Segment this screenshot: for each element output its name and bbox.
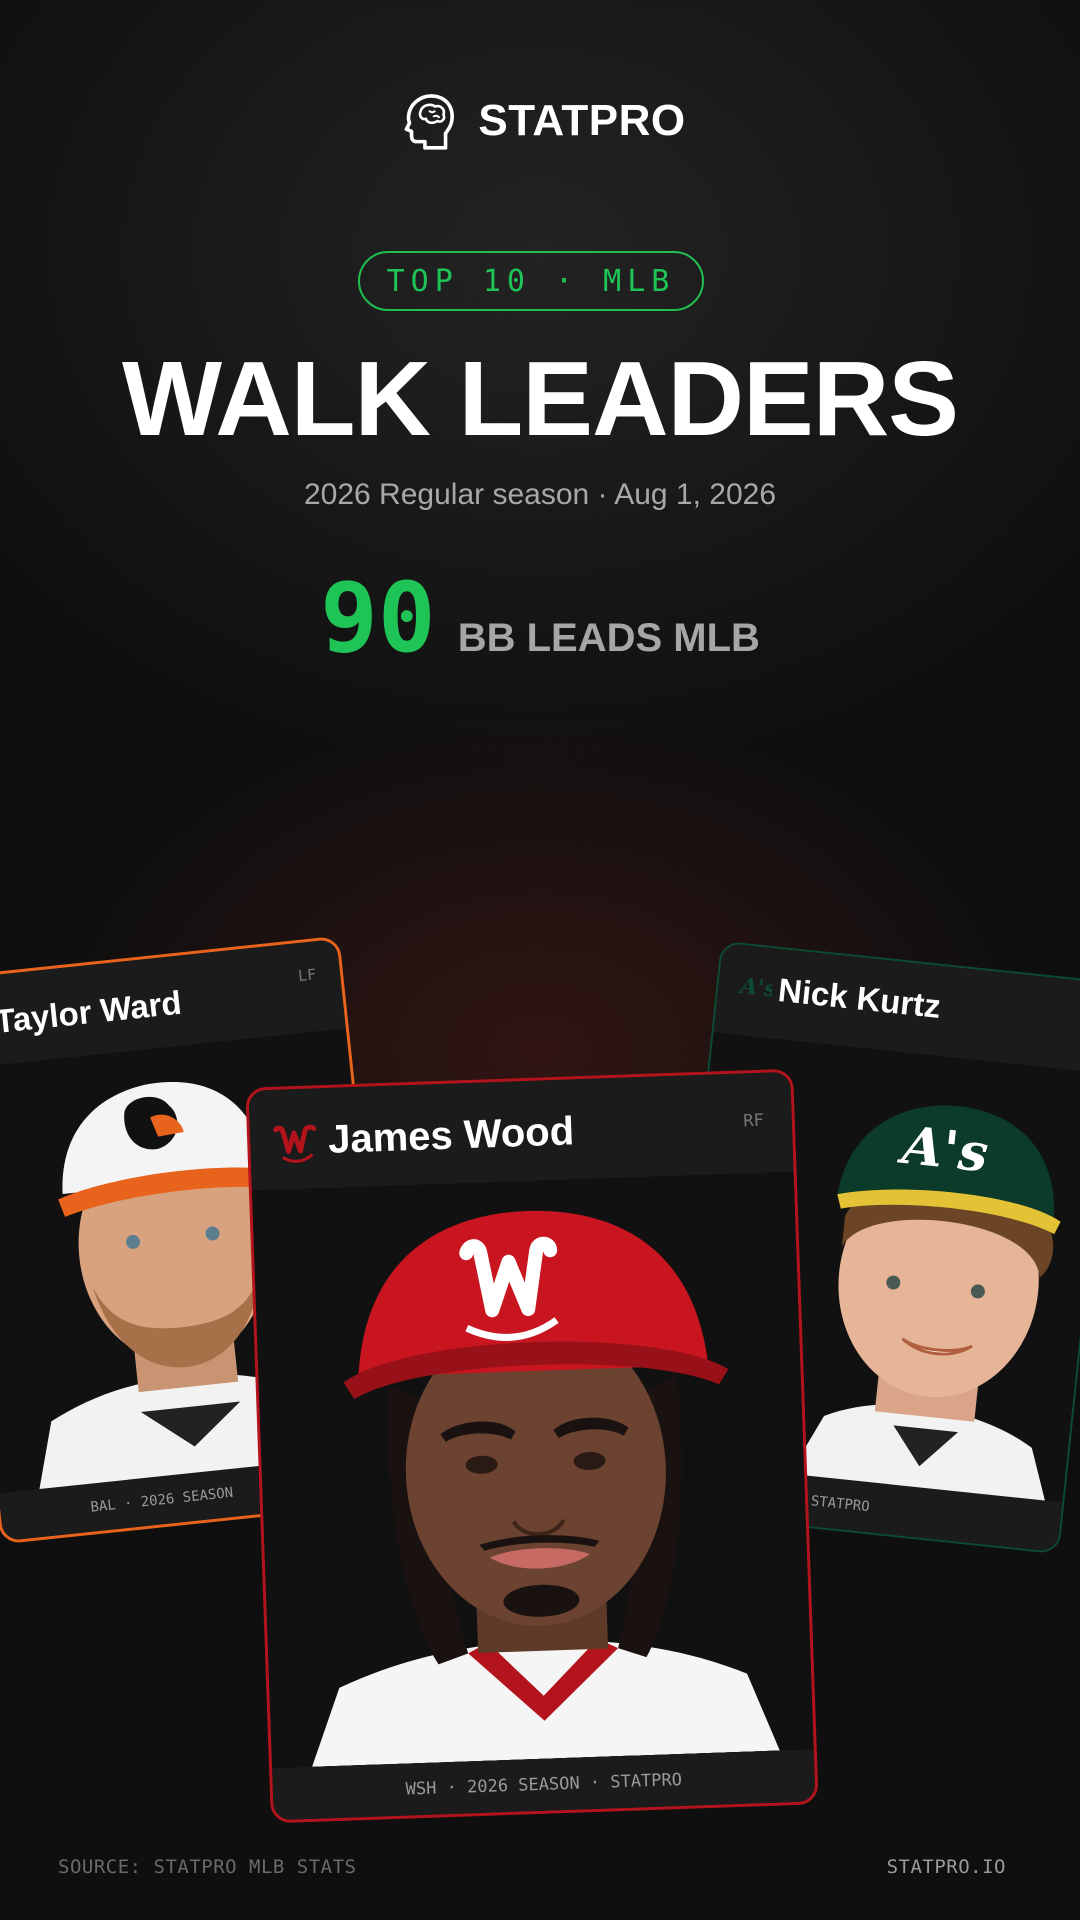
athletics-logo-icon: A's (737, 973, 774, 1003)
site-link[interactable]: STATPRO.IO (887, 1856, 1006, 1878)
nationals-logo-icon (273, 1124, 317, 1163)
player-card-center: James Wood RF WSH · 2026 SEASON · STATPR… (245, 1068, 819, 1824)
brand-header: STATPRO (0, 88, 1080, 154)
svg-text:A's: A's (737, 973, 774, 1003)
player-position: LF (297, 965, 317, 986)
player-photo (251, 1171, 814, 1769)
lead-stat-label: BB LEADS MLB (457, 616, 760, 660)
brand-name: STATPRO (478, 96, 686, 145)
player-name: James Wood (327, 1109, 575, 1162)
player-position: RF (742, 1110, 765, 1132)
source-credit: SOURCE: STATPRO MLB STATS (58, 1856, 357, 1878)
lead-stat: 90 BB LEADS MLB (0, 570, 1080, 666)
brain-head-icon (404, 94, 455, 150)
category-badge: TOP 10 · MLB (358, 251, 704, 311)
page-subtitle: 2026 Regular season · Aug 1, 2026 (303, 478, 777, 511)
lead-stat-value: 90 (320, 562, 436, 674)
svg-text:A's: A's (895, 1114, 991, 1184)
page-title: WALK LEADERS (122, 340, 959, 458)
